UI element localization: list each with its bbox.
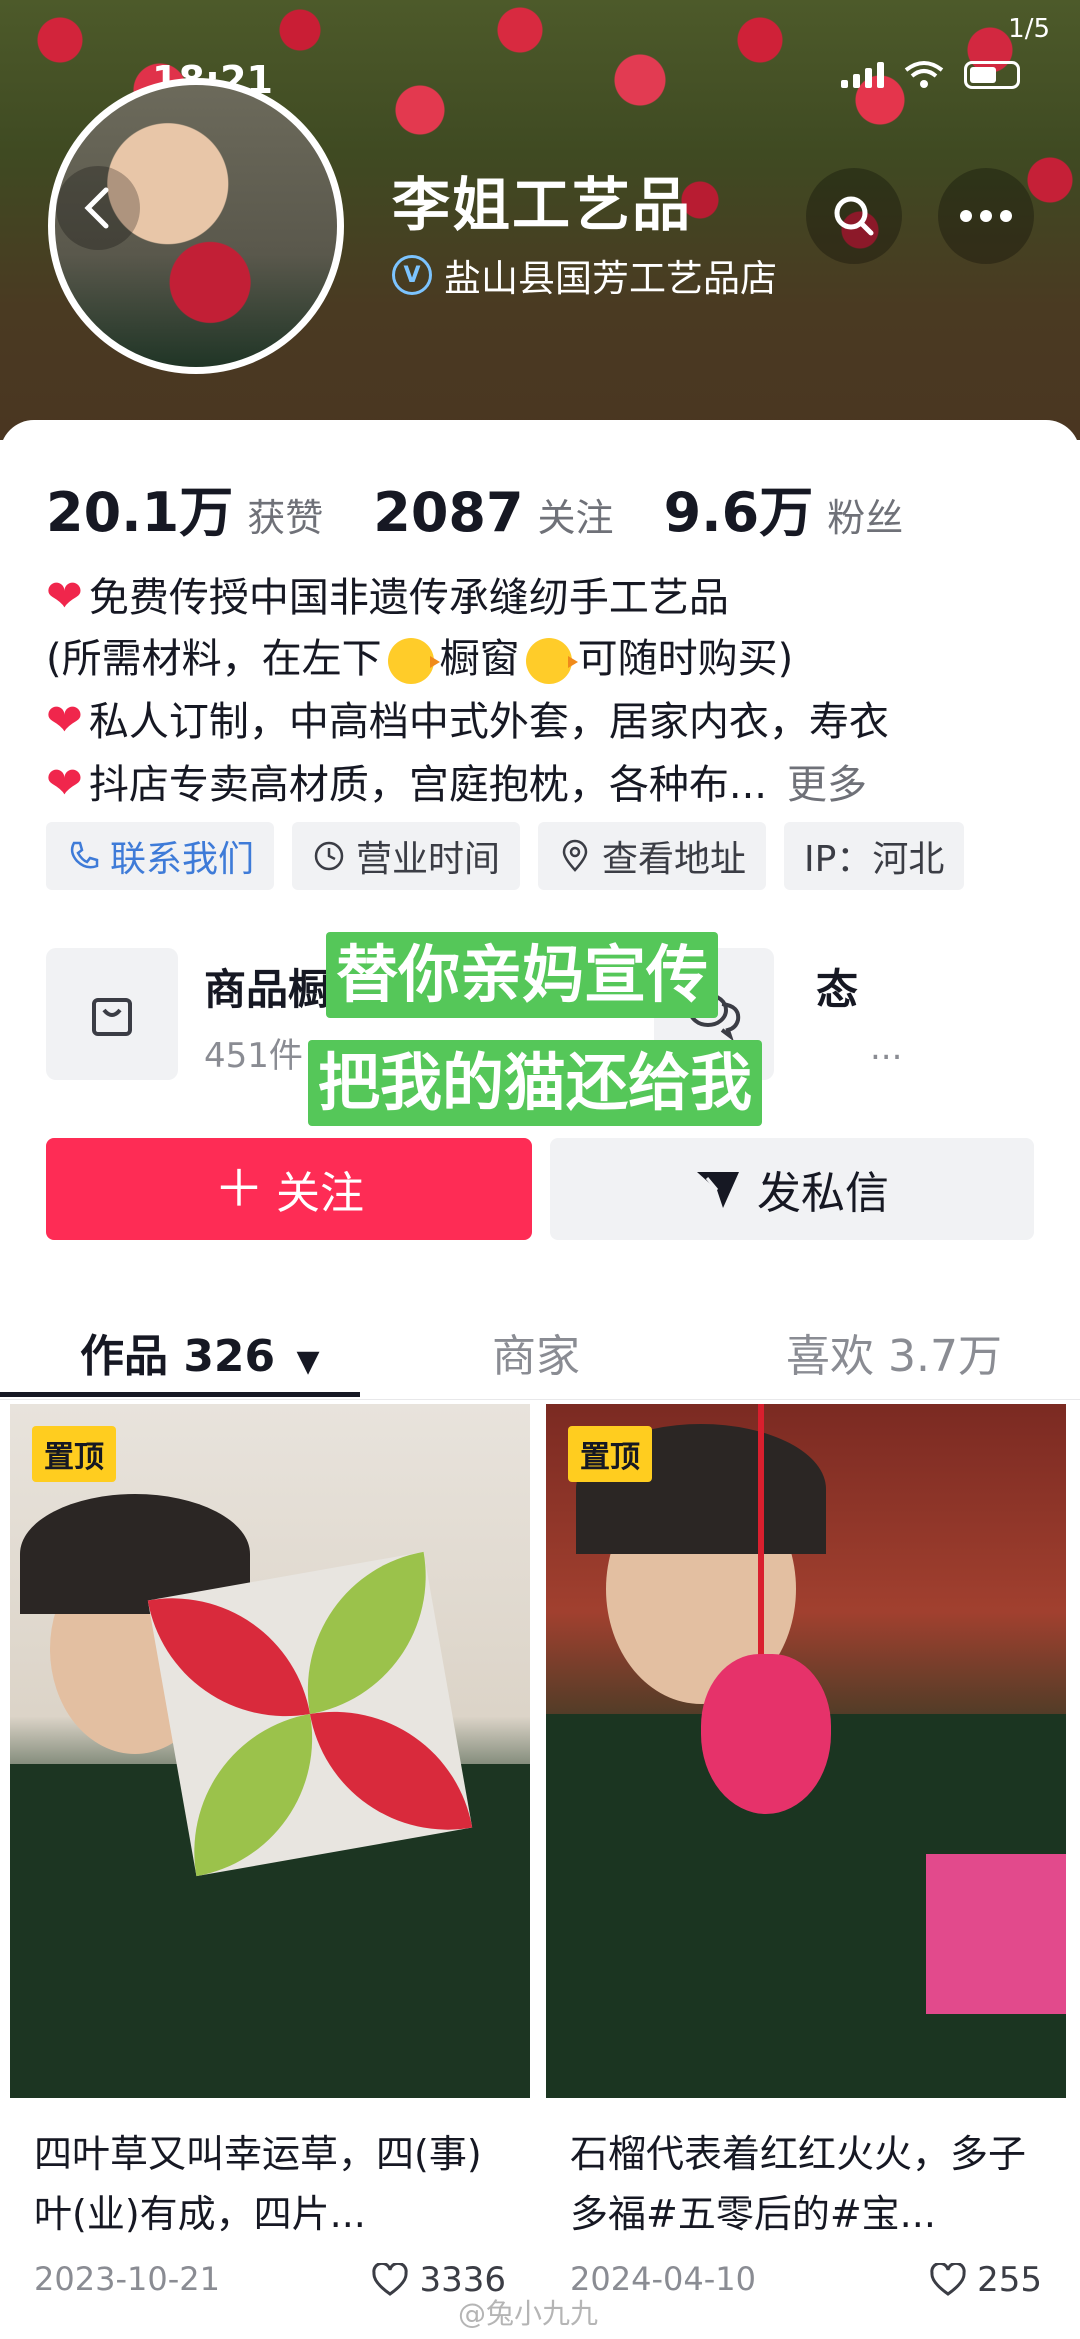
heart-icon: ❤ bbox=[46, 758, 83, 809]
pillow-edge bbox=[926, 1854, 1066, 2014]
view-address-label: 查看地址 bbox=[602, 839, 747, 880]
more-dots-icon bbox=[960, 210, 1012, 222]
hanging-string bbox=[758, 1404, 764, 1664]
shop-window-title: 商品橱 bbox=[204, 965, 331, 1014]
watermark: @兔小九九 bbox=[458, 2297, 599, 2330]
search-icon bbox=[834, 196, 874, 236]
location-pin-icon bbox=[562, 839, 588, 872]
video-likes: 255 bbox=[929, 2260, 1042, 2300]
ip-location-label: IP：河北 bbox=[804, 839, 945, 880]
tab-likes[interactable]: 喜欢 3.7万 bbox=[786, 1320, 1002, 1384]
battery-icon bbox=[964, 61, 1020, 89]
heart-icon: ❤ bbox=[46, 695, 83, 746]
heart-outline-icon bbox=[930, 2263, 966, 2296]
followers-label: 粉丝 bbox=[827, 496, 904, 540]
video-likes-count: 255 bbox=[977, 2260, 1042, 2300]
plus-icon: ＋ bbox=[214, 1160, 264, 1218]
send-message-label: 发私信 bbox=[757, 1168, 889, 1219]
video-title: 石榴代表着红红火火，多子多福#五零后的#宝... bbox=[570, 2132, 1027, 2236]
video-title: 四叶草又叫幸运草，四(事)叶(业)有成，四片... bbox=[34, 2132, 482, 2236]
bio-line-3: 私人订制，中高档中式外套，居家内衣，寿衣 bbox=[88, 699, 889, 745]
pomegranate-sachet bbox=[701, 1654, 831, 1814]
page-counter: 1/5 bbox=[1008, 14, 1050, 44]
more-options-button[interactable] bbox=[938, 168, 1034, 264]
likes-label: 获赞 bbox=[247, 496, 324, 540]
chick-icon bbox=[387, 638, 440, 684]
tab-works-label: 作品 326 bbox=[80, 1331, 276, 1382]
bio-line-2b: 橱窗 bbox=[439, 636, 520, 682]
bio-line-4: 抖店专卖高材质，宫庭抱枕，各种布... bbox=[88, 762, 768, 808]
send-arrow-icon bbox=[697, 1172, 739, 1208]
bio-line-2c: 可随时购买) bbox=[577, 636, 794, 682]
send-message-button[interactable]: 发私信 bbox=[550, 1138, 1034, 1240]
tab-underline bbox=[0, 1392, 360, 1397]
bio-line-2a: (所需材料，在左下 bbox=[46, 636, 382, 682]
overlay-caption-2: 把我的猫还给我 bbox=[308, 1040, 763, 1126]
video-card[interactable]: 置顶 石榴代表着红红火火，多子多福#五零后的#宝... 2024-04-10 2… bbox=[546, 1404, 1066, 2339]
verified-store[interactable]: V 盐山县国芳工艺品店 bbox=[392, 248, 777, 302]
chevron-left-icon bbox=[84, 187, 109, 229]
profile-stats: 20.1万 获赞 2087 关注 9.6万 粉丝 bbox=[46, 468, 953, 547]
clock-icon bbox=[314, 841, 344, 871]
status-icons bbox=[841, 60, 1020, 90]
shop-window-count: 451件 bbox=[204, 1036, 303, 1076]
signal-icon bbox=[841, 62, 884, 88]
contact-us-label: 联系我们 bbox=[110, 839, 255, 880]
pinned-badge: 置顶 bbox=[32, 1426, 116, 1482]
bio-more-link[interactable]: 更多 bbox=[787, 762, 867, 808]
heart-icon: ❤ bbox=[46, 571, 83, 622]
tab-merchant[interactable]: 商家 bbox=[492, 1320, 580, 1384]
followers-count[interactable]: 9.6万 bbox=[664, 468, 814, 547]
shopping-bag-icon bbox=[46, 948, 178, 1080]
phone-icon bbox=[70, 841, 99, 869]
chick-icon bbox=[525, 638, 578, 684]
group-chat-sub: ... bbox=[870, 1028, 903, 1068]
profile-bio[interactable]: ❤ 免费传授中国非遗传承缝纫手工艺品 (所需材料，在左下 橱窗 可随时购买) ❤ 私人订… bbox=[46, 566, 1046, 816]
follow-button[interactable]: ＋ 关注 bbox=[46, 1138, 532, 1240]
video-thumbnail[interactable]: 置顶 bbox=[546, 1404, 1066, 2098]
ip-location-tag: IP：河北 bbox=[784, 822, 965, 890]
profile-name: 李姐工艺品 bbox=[392, 171, 693, 239]
video-card[interactable]: 置顶 四叶草又叫幸运草，四(事)叶(业)有成，四片... 2023-10-21 … bbox=[10, 1404, 530, 2339]
group-chat-title: 态 bbox=[816, 965, 859, 1014]
contact-us-tag[interactable]: 联系我们 bbox=[46, 822, 275, 890]
bio-line-1: 免费传授中国非遗传承缝纫手工艺品 bbox=[88, 575, 729, 621]
business-hours-label: 营业时间 bbox=[356, 839, 501, 880]
search-button[interactable] bbox=[806, 168, 902, 264]
heart-outline-icon bbox=[372, 2263, 409, 2296]
video-thumbnail[interactable]: 置顶 bbox=[10, 1404, 530, 2098]
profile-tags: 联系我们 营业时间 查看地址 IP：河北 bbox=[46, 822, 965, 890]
overlay-caption-1: 替你亲妈宣传 bbox=[326, 932, 719, 1018]
back-button[interactable] bbox=[56, 166, 140, 250]
pinned-badge: 置顶 bbox=[568, 1426, 652, 1482]
tab-works[interactable]: 作品 326 ▼ bbox=[80, 1320, 320, 1384]
following-count[interactable]: 2087 bbox=[373, 481, 523, 544]
view-address-tag[interactable]: 查看地址 bbox=[538, 822, 767, 890]
verified-store-label: 盐山县国芳工艺品店 bbox=[444, 257, 777, 300]
video-date: 2023-10-21 bbox=[34, 2260, 220, 2298]
verified-badge-icon: V bbox=[392, 255, 432, 295]
business-hours-tag[interactable]: 营业时间 bbox=[292, 822, 521, 890]
likes-count[interactable]: 20.1万 bbox=[46, 468, 233, 547]
content-tabs: 作品 326 ▼ 商家 喜欢 3.7万 bbox=[0, 1290, 1080, 1400]
following-label: 关注 bbox=[537, 496, 614, 540]
wifi-icon bbox=[904, 61, 944, 88]
caret-down-icon: ▼ bbox=[296, 1344, 320, 1379]
follow-label: 关注 bbox=[276, 1168, 364, 1219]
pillow-craft bbox=[147, 1551, 473, 1877]
